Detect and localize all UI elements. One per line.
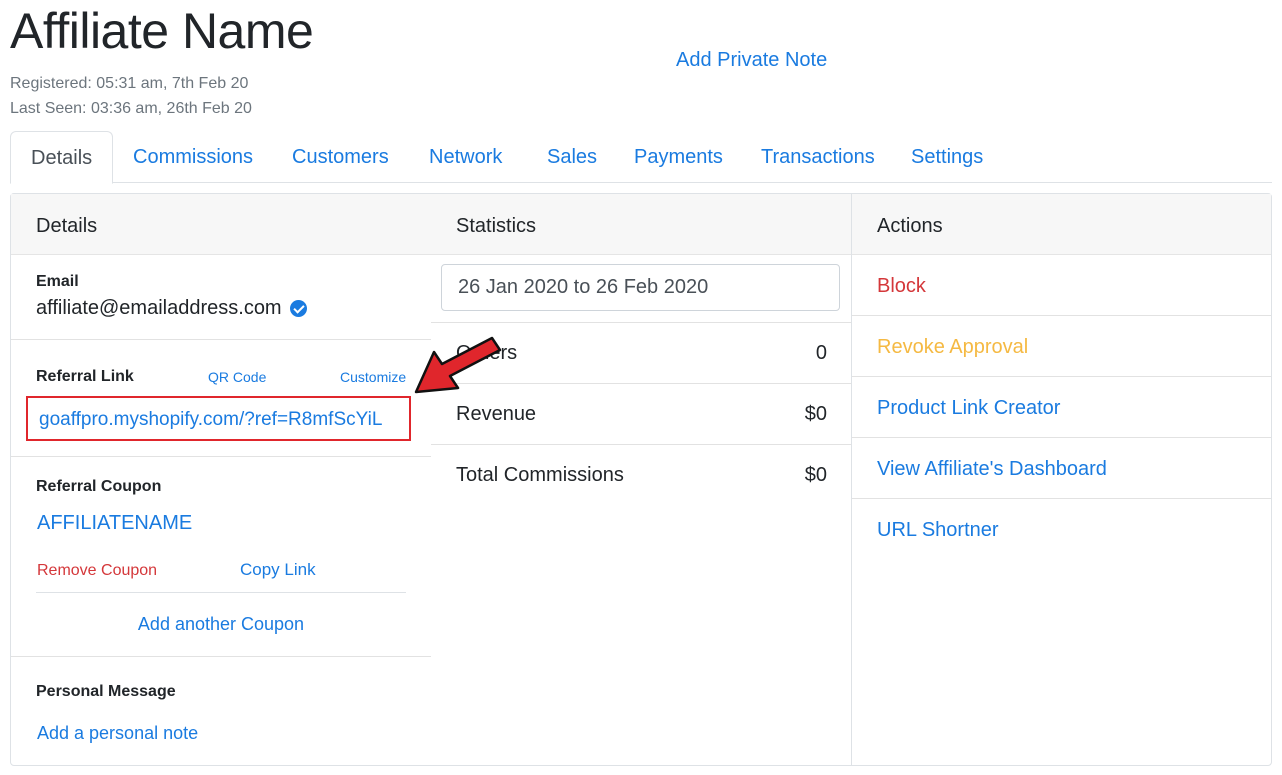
actions-heading: Actions bbox=[852, 194, 1271, 255]
tab-customers[interactable]: Customers bbox=[292, 131, 389, 183]
statistics-heading: Statistics bbox=[431, 194, 852, 255]
tab-settings[interactable]: Settings bbox=[911, 131, 983, 183]
tab-details[interactable]: Details bbox=[10, 131, 114, 184]
add-private-note-link[interactable]: Add Private Note bbox=[676, 49, 827, 72]
actions-panel: Actions Block Revoke Approval Product Li… bbox=[851, 193, 1272, 766]
revoke-approval-action[interactable]: Revoke Approval bbox=[852, 316, 1271, 377]
referral-link-label: Referral Link bbox=[36, 368, 134, 385]
copy-link-button[interactable]: Copy Link bbox=[240, 560, 316, 580]
tab-commissions[interactable]: Commissions bbox=[133, 131, 253, 183]
stat-value: $0 bbox=[804, 464, 827, 486]
referral-url-link[interactable]: goaffpro.myshopify.com/?ref=R8mfScYiL bbox=[39, 409, 382, 431]
remove-coupon-link[interactable]: Remove Coupon bbox=[37, 562, 157, 580]
email-section: Email affiliate@emailaddress.com bbox=[11, 255, 431, 340]
coupon-code-link[interactable]: AFFILIATENAME bbox=[37, 512, 192, 535]
stat-value: 0 bbox=[815, 341, 827, 364]
page-title: Affiliate Name bbox=[10, 3, 314, 59]
coupon-divider bbox=[36, 592, 406, 593]
details-panel: Details Email affiliate@emailaddress.com… bbox=[10, 193, 432, 766]
last-seen-date: Last Seen: 03:36 am, 26th Feb 20 bbox=[10, 100, 252, 117]
referral-link-highlight-box: goaffpro.myshopify.com/?ref=R8mfScYiL bbox=[26, 396, 411, 441]
personal-message-label: Personal Message bbox=[36, 683, 176, 700]
tab-payments[interactable]: Payments bbox=[634, 131, 723, 183]
stat-label: Total Commissions bbox=[456, 464, 624, 486]
email-label: Email bbox=[36, 273, 79, 290]
referral-link-section: Referral Link QR Code Customize goaffpro… bbox=[11, 340, 431, 457]
product-link-creator-action[interactable]: Product Link Creator bbox=[852, 377, 1271, 438]
tab-network[interactable]: Network bbox=[429, 131, 502, 183]
url-shortner-action[interactable]: URL Shortner bbox=[852, 499, 1271, 560]
add-personal-note-link[interactable]: Add a personal note bbox=[37, 723, 198, 744]
date-range-wrap bbox=[431, 255, 852, 323]
block-action[interactable]: Block bbox=[852, 255, 1271, 316]
details-heading: Details bbox=[11, 194, 431, 255]
personal-message-section: Personal Message Add a personal note bbox=[11, 657, 431, 767]
statistics-panel: Statistics Orders 0 Revenue $0 Total Com… bbox=[431, 193, 852, 766]
referral-coupon-label: Referral Coupon bbox=[36, 478, 162, 495]
email-value-row: affiliate@emailaddress.com bbox=[36, 297, 406, 320]
registered-date: Registered: 05:31 am, 7th Feb 20 bbox=[10, 75, 249, 92]
referral-coupon-section: Referral Coupon AFFILIATENAME Remove Cou… bbox=[11, 457, 431, 657]
email-value: affiliate@emailaddress.com bbox=[36, 297, 282, 319]
stat-label: Revenue bbox=[456, 402, 537, 425]
tab-bar: Details Commissions Customers Network Sa… bbox=[10, 131, 1272, 184]
add-another-coupon-link[interactable]: Add another Coupon bbox=[11, 614, 431, 635]
customize-link[interactable]: Customize bbox=[340, 369, 406, 385]
annotation-arrow-icon bbox=[414, 336, 502, 394]
qr-code-link[interactable]: QR Code bbox=[208, 369, 266, 385]
verified-check-icon bbox=[289, 300, 307, 317]
stat-row-total-commissions: Total Commissions $0 bbox=[431, 445, 852, 506]
view-affiliate-dashboard-action[interactable]: View Affiliate's Dashboard bbox=[852, 438, 1271, 499]
tab-transactions[interactable]: Transactions bbox=[761, 131, 875, 183]
stat-value: $0 bbox=[804, 402, 827, 425]
date-range-input[interactable] bbox=[441, 264, 840, 311]
tab-sales[interactable]: Sales bbox=[547, 131, 597, 183]
